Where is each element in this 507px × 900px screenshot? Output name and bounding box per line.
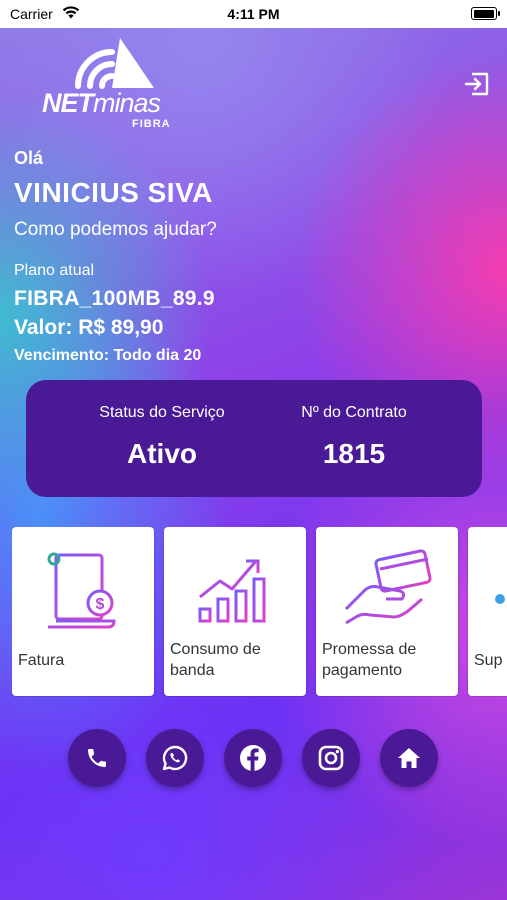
tile-consumo-de-banda[interactable]: Consumo de banda bbox=[164, 527, 306, 696]
netminas-logo: NETminas FIBRA bbox=[40, 36, 180, 132]
home-button[interactable] bbox=[380, 729, 438, 787]
tile-promessa-de-pagamento[interactable]: Promessa de pagamento bbox=[316, 527, 458, 696]
contract-number-value: 1815 bbox=[322, 438, 386, 469]
greeting-hello: Olá bbox=[14, 148, 44, 168]
tile-suporte-label: Sup bbox=[474, 652, 503, 669]
tile-fatura-label: Fatura bbox=[18, 652, 65, 669]
logo-subtitle: FIBRA bbox=[132, 118, 171, 130]
tile-suporte[interactable]: Sup bbox=[468, 527, 507, 696]
service-status-card: Status do Serviço Ativo Nº do Contrato 1… bbox=[26, 380, 482, 497]
whatsapp-button[interactable] bbox=[146, 729, 204, 787]
plan-name: FIBRA_100MB_89.9 bbox=[14, 287, 215, 310]
invoice-icon: $ bbox=[47, 552, 116, 629]
facebook-button[interactable] bbox=[224, 729, 282, 787]
instagram-icon bbox=[318, 745, 344, 771]
feature-tiles-carousel[interactable]: $ Fatura Consumo de banda Promessa de pa… bbox=[12, 527, 507, 697]
plan-due-date: Vencimento: Todo dia 20 bbox=[14, 347, 202, 364]
signal-triangle-logo-mark bbox=[75, 38, 154, 89]
plan-value: Valor: R$ 89,90 bbox=[14, 316, 164, 339]
status-bar: Carrier 4:11 PM bbox=[0, 0, 507, 28]
service-status-value: Ativo bbox=[127, 438, 197, 469]
support-icon bbox=[495, 594, 505, 604]
help-prompt: Como podemos ajudar? bbox=[14, 219, 217, 240]
svg-text:$: $ bbox=[96, 596, 105, 613]
phone-icon bbox=[88, 749, 106, 767]
user-name: VINICIUS SIVA bbox=[14, 177, 213, 208]
contract-number-label: Nº do Contrato bbox=[301, 404, 407, 421]
clock: 4:11 PM bbox=[227, 6, 280, 22]
logo-wordmark: NETminas bbox=[42, 88, 161, 118]
plan-label: Plano atual bbox=[14, 262, 95, 279]
battery-icon bbox=[471, 7, 500, 20]
tile-consumo-de-banda-label: Consumo de banda bbox=[170, 641, 261, 679]
service-status-label: Status do Serviço bbox=[99, 404, 225, 421]
instagram-button[interactable] bbox=[302, 729, 360, 787]
contact-buttons bbox=[0, 729, 507, 789]
logout-icon[interactable] bbox=[463, 70, 491, 98]
tile-promessa-de-pagamento-label: Promessa de pagamento bbox=[322, 641, 417, 679]
tile-fatura[interactable]: $ Fatura bbox=[12, 527, 154, 696]
card-payment-icon bbox=[344, 549, 432, 625]
facebook-icon bbox=[240, 745, 266, 771]
whatsapp-icon bbox=[162, 745, 188, 771]
phone-button[interactable] bbox=[68, 729, 126, 787]
home-icon bbox=[398, 748, 420, 768]
bandwidth-chart-icon bbox=[198, 559, 266, 623]
